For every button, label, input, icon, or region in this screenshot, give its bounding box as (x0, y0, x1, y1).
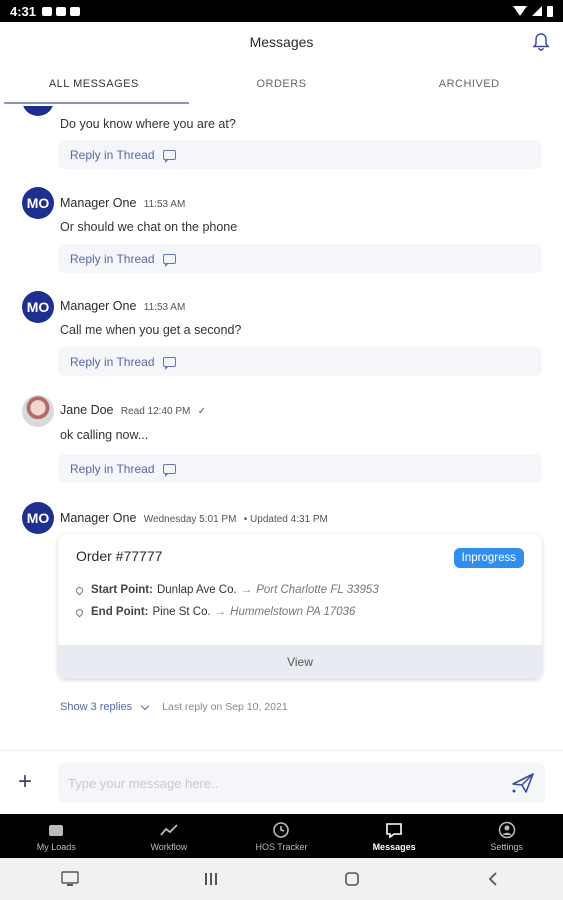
nav-label: My Loads (36, 841, 76, 852)
status-time: 4:31 (10, 3, 37, 19)
reply-in-thread-button[interactable]: Reply in Thread (58, 347, 542, 376)
sender-name: Manager One (60, 196, 137, 210)
nav-settings[interactable]: Settings (450, 814, 563, 858)
avatar: MO (22, 187, 54, 219)
message-sender: Manager One Wednesday 5:01 PM • Updated … (60, 511, 328, 525)
arrow-right-icon: → (214, 606, 227, 618)
order-title: Order #77777 (76, 548, 163, 564)
nav-workflow[interactable]: Workflow (113, 814, 226, 858)
avatar (22, 106, 54, 116)
location-pin-icon (74, 585, 85, 595)
avatar: MO (22, 502, 54, 534)
signal-icon (532, 6, 542, 16)
message-time: 11:53 AM (143, 302, 186, 313)
message-sender: Manager One 11:53 AM (60, 196, 185, 210)
updated-time: • Updated 4:31 PM (243, 514, 328, 525)
reply-in-thread-button[interactable]: Reply in Thread (58, 244, 542, 273)
end-point-label: End Point: (91, 606, 149, 618)
read-check-icon: ✓ (197, 406, 207, 417)
reply-in-thread-button[interactable]: Reply in Thread (58, 140, 542, 169)
truck-icon (49, 824, 64, 836)
arrow-right-icon: → (240, 584, 253, 596)
reply-label: Reply in Thread (70, 461, 155, 476)
bottom-navigation: My Loads Workflow HOS Tracker Messages S… (0, 814, 563, 858)
message-text: ok calling now... (60, 428, 149, 442)
send-icon[interactable] (510, 772, 536, 794)
recent-apps-icon[interactable] (191, 867, 231, 891)
location-pin-icon (74, 607, 85, 617)
chat-bubble-icon (162, 149, 176, 163)
start-point: Start Point: Dunlap Ave Co. → Port Charl… (74, 584, 379, 596)
message-feed[interactable]: Do you know where you are at? Reply in T… (0, 106, 563, 750)
chevron-down-icon[interactable] (140, 701, 150, 710)
nav-my-loads[interactable]: My Loads (0, 814, 113, 858)
message-text: Do you know where you are at? (60, 117, 236, 131)
bell-icon[interactable] (531, 32, 551, 52)
tab-bar: ALL MESSAGES ORDERS ARCHIVED (0, 66, 563, 106)
nav-label: HOS Tracker (255, 841, 308, 852)
notification-icon (56, 6, 67, 16)
status-bar: 4:31 (0, 0, 563, 22)
system-navigation (0, 858, 563, 900)
message-time: 11:53 AM (143, 199, 186, 210)
last-reply-text: Last reply on Sep 10, 2021 (162, 701, 288, 713)
reply-in-thread-button[interactable]: Reply in Thread (58, 454, 542, 483)
start-point-value: Dunlap Ave Co. (156, 584, 237, 596)
sender-name: Manager One (60, 299, 137, 313)
nav-label: Settings (490, 841, 523, 852)
wifi-icon (513, 6, 527, 16)
message-composer: + (0, 750, 563, 814)
nav-messages[interactable]: Messages (338, 814, 451, 858)
message-text: Call me when you get a second? (60, 323, 242, 337)
end-point-address: Hummelstown PA 17036 (230, 606, 356, 618)
avatar: MO (22, 291, 54, 323)
tab-all-messages[interactable]: ALL MESSAGES (0, 66, 188, 106)
add-attachment-button[interactable]: + (18, 770, 32, 794)
home-icon[interactable] (332, 867, 372, 891)
sender-name: Jane Doe (60, 403, 114, 417)
screen-cast-icon[interactable] (50, 867, 90, 891)
page-title: Messages (249, 34, 314, 50)
battery-icon (547, 5, 553, 17)
end-point: End Point: Pine St Co. → Hummelstown PA … (74, 606, 356, 618)
clock-icon (273, 821, 290, 838)
order-card[interactable]: Order #77777 Inprogress Start Point: Dun… (58, 534, 542, 679)
nav-hos-tracker[interactable]: HOS Tracker (225, 814, 338, 858)
chat-bubble-icon (162, 356, 176, 370)
sender-name: Manager One (60, 511, 137, 525)
tab-archived[interactable]: ARCHIVED (375, 66, 563, 106)
tab-active-indicator (4, 102, 189, 104)
status-badge: Inprogress (453, 548, 524, 568)
end-point-value: Pine St Co. (152, 606, 211, 618)
chat-bubble-icon (162, 253, 176, 267)
user-circle-icon (498, 821, 515, 838)
chat-icon (386, 822, 402, 839)
app-header: Messages (0, 22, 563, 62)
message-time: Wednesday 5:01 PM (143, 514, 237, 525)
reply-label: Reply in Thread (70, 251, 155, 266)
view-order-button[interactable]: View (58, 645, 542, 679)
nav-label: Messages (372, 841, 416, 852)
message-sender: Jane Doe Read 12:40 PM ✓ (60, 403, 206, 417)
message-text: Or should we chat on the phone (60, 220, 238, 234)
message-time: Read 12:40 PM (120, 406, 191, 417)
start-point-address: Port Charlotte FL 33953 (256, 584, 379, 596)
nav-label: Workflow (150, 841, 188, 852)
replies-row: Show 3 replies Last reply on Sep 10, 202… (60, 701, 288, 713)
back-icon[interactable] (473, 867, 513, 891)
avatar (22, 395, 54, 427)
trend-icon (160, 823, 178, 836)
reply-label: Reply in Thread (70, 147, 155, 162)
notification-icon (70, 6, 81, 16)
tab-orders[interactable]: ORDERS (188, 66, 376, 106)
show-replies-button[interactable]: Show 3 replies (60, 701, 132, 713)
notification-icon (42, 6, 53, 16)
message-sender: Manager One 11:53 AM (60, 299, 185, 313)
chat-bubble-icon (162, 463, 176, 477)
reply-label: Reply in Thread (70, 354, 155, 369)
start-point-label: Start Point: (91, 584, 153, 596)
message-input[interactable] (58, 763, 545, 803)
